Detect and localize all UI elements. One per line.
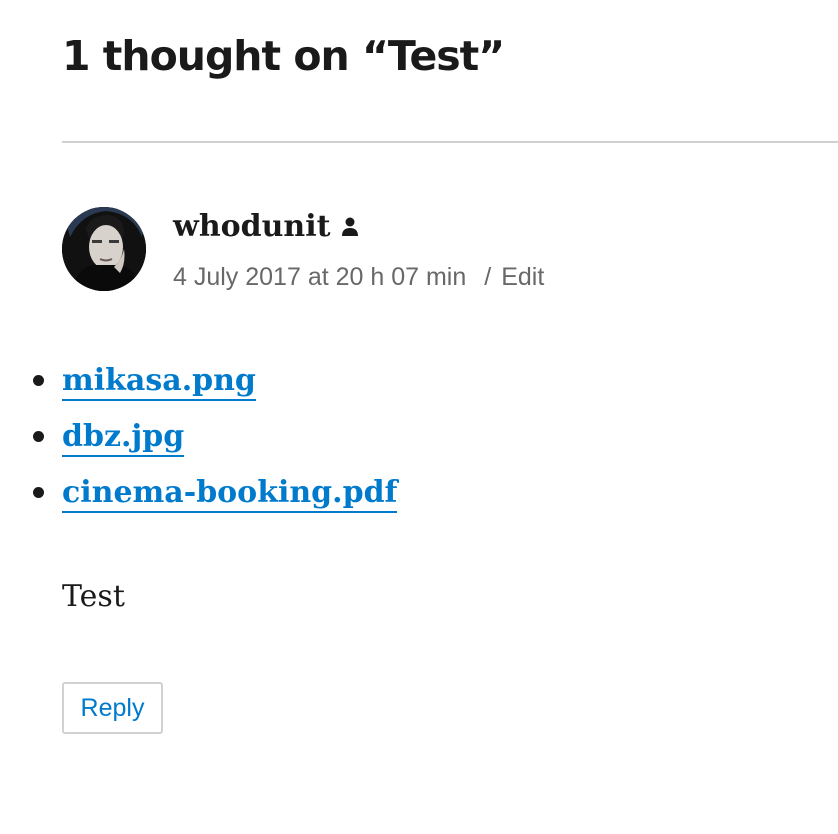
avatar-icon bbox=[62, 207, 146, 291]
comment-text: Test bbox=[62, 579, 125, 614]
edit-link[interactable]: Edit bbox=[501, 263, 544, 291]
list-item: cinema-booking.pdf bbox=[33, 470, 398, 526]
bullet-icon bbox=[33, 375, 44, 386]
list-item: dbz.jpg bbox=[33, 414, 397, 470]
comment-author[interactable]: whodunit bbox=[173, 206, 331, 248]
bullet-icon bbox=[33, 431, 44, 442]
avatar bbox=[62, 207, 146, 291]
person-icon bbox=[342, 217, 358, 236]
attachment-link-cinema-booking[interactable]: cinema-booking.pdf bbox=[62, 475, 398, 513]
attachment-link-mikasa[interactable]: mikasa.png bbox=[62, 363, 256, 401]
reply-button[interactable]: Reply bbox=[62, 682, 163, 734]
attachment-link-dbz[interactable]: dbz.jpg bbox=[62, 419, 185, 457]
comments-title: 1 thought on “Test” bbox=[62, 32, 505, 80]
attachment-list: mikasa.png dbz.jpg cinema-booking.pdf bbox=[33, 358, 398, 526]
divider bbox=[62, 141, 838, 143]
comment-meta: 4 July 2017 at 20 h 07 min / Edit bbox=[173, 260, 544, 294]
list-item: mikasa.png bbox=[33, 358, 397, 414]
bullet-icon bbox=[33, 487, 44, 498]
comment-date[interactable]: 4 July 2017 at 20 h 07 min bbox=[173, 263, 466, 291]
meta-separator: / bbox=[484, 263, 492, 291]
